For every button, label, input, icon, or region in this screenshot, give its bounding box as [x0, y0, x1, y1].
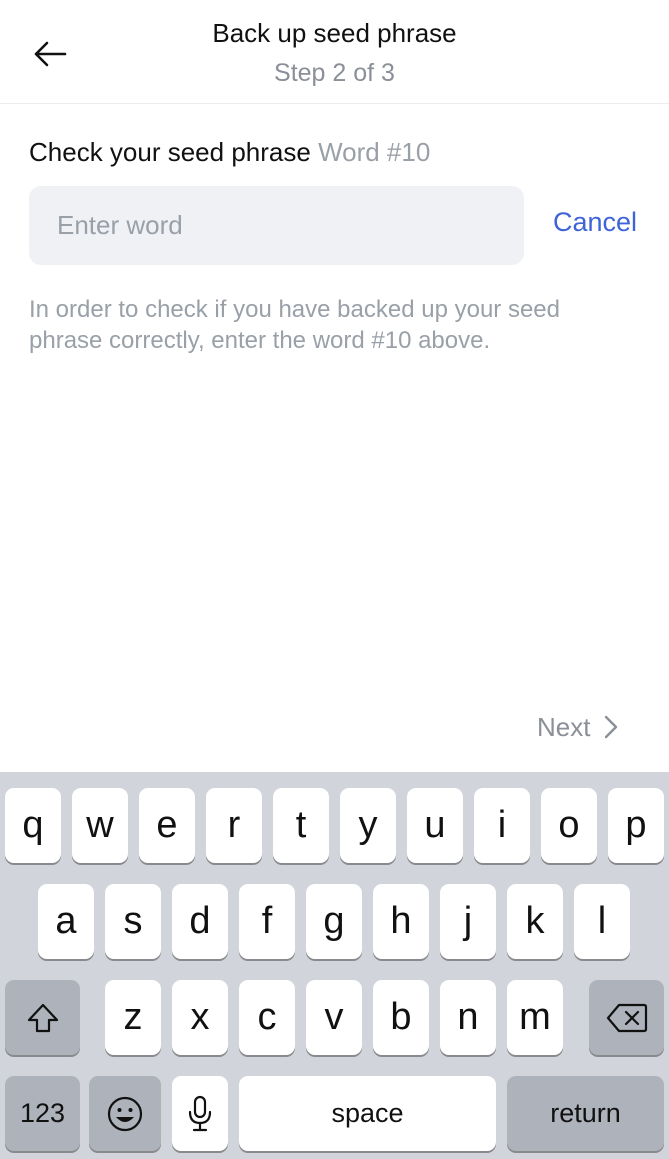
shift-icon: [27, 1003, 58, 1032]
key-k[interactable]: k: [507, 884, 563, 959]
key-r[interactable]: r: [206, 788, 262, 863]
key-l[interactable]: l: [574, 884, 630, 959]
numbers-key[interactable]: 123: [5, 1076, 80, 1151]
next-label: Next: [537, 711, 591, 742]
key-q[interactable]: q: [5, 788, 61, 863]
key-p[interactable]: p: [608, 788, 664, 863]
word-input[interactable]: [29, 186, 524, 265]
key-v[interactable]: v: [306, 980, 362, 1055]
next-button[interactable]: Next: [537, 709, 618, 745]
key-m[interactable]: m: [507, 980, 563, 1055]
key-h[interactable]: h: [373, 884, 429, 959]
shift-key[interactable]: [5, 980, 80, 1055]
emoji-key[interactable]: [89, 1076, 161, 1151]
key-a[interactable]: a: [38, 884, 94, 959]
keyboard: q w e r t y u i o p a s d f g h j k l z …: [0, 772, 669, 1159]
backspace-icon: [606, 1003, 647, 1032]
key-c[interactable]: c: [239, 980, 295, 1055]
chevron-right-icon: [605, 715, 618, 739]
help-text: In order to check if you have backed up …: [29, 296, 560, 354]
check-label: Check your seed phrase Word #10: [29, 137, 430, 168]
step-indicator: Step 2 of 3: [274, 59, 395, 87]
check-label-text: Check your seed phrase: [29, 137, 311, 167]
key-f[interactable]: f: [239, 884, 295, 959]
page-title: Back up seed phrase: [212, 18, 457, 48]
emoji-icon: [107, 1096, 143, 1131]
key-w[interactable]: w: [72, 788, 128, 863]
key-i[interactable]: i: [474, 788, 530, 863]
key-g[interactable]: g: [306, 884, 362, 959]
key-y[interactable]: y: [340, 788, 396, 863]
key-b[interactable]: b: [373, 980, 429, 1055]
header: Back up seed phrase Step 2 of 3: [0, 0, 669, 104]
microphone-key[interactable]: [172, 1076, 228, 1151]
key-o[interactable]: o: [541, 788, 597, 863]
key-u[interactable]: u: [407, 788, 463, 863]
space-key[interactable]: space: [239, 1076, 496, 1151]
key-j[interactable]: j: [440, 884, 496, 959]
key-s[interactable]: s: [105, 884, 161, 959]
key-x[interactable]: x: [172, 980, 228, 1055]
key-t[interactable]: t: [273, 788, 329, 863]
key-e[interactable]: e: [139, 788, 195, 863]
key-d[interactable]: d: [172, 884, 228, 959]
word-number: Word #10: [318, 137, 431, 167]
microphone-icon: [188, 1095, 212, 1131]
key-n[interactable]: n: [440, 980, 496, 1055]
key-z[interactable]: z: [105, 980, 161, 1055]
return-key[interactable]: return: [507, 1076, 664, 1151]
backspace-key[interactable]: [589, 980, 664, 1055]
cancel-button[interactable]: Cancel: [553, 207, 637, 238]
